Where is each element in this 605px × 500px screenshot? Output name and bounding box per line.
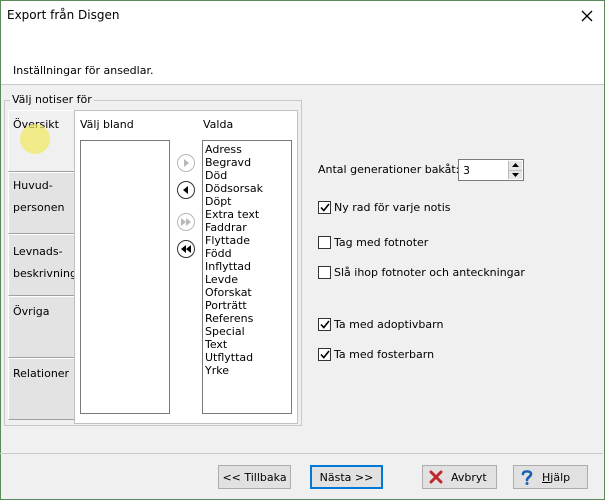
available-list[interactable] [80, 140, 170, 414]
help-label: Hjälp [542, 470, 571, 484]
list-item[interactable]: Oforskat [205, 286, 291, 299]
groupbox-label: Välj notiser för [10, 93, 94, 106]
selected-label: Valda [203, 118, 234, 131]
checkbox-label: Tag med fotnoter [334, 236, 429, 249]
help-question-icon [520, 469, 534, 485]
selected-list[interactable]: Adress Begravd Död Dödsorsak Döpt Extra … [202, 140, 292, 414]
list-item[interactable]: Flyttade [205, 234, 291, 247]
checkbox-label: Ny rad för varje notis [334, 201, 451, 214]
checkbox-box[interactable] [318, 236, 331, 249]
footer-divider [0, 453, 603, 454]
caret-down-icon [512, 172, 519, 177]
checkbox-box[interactable] [318, 318, 331, 331]
close-icon [581, 10, 593, 22]
tab-label: beskrivning [13, 267, 77, 280]
list-item[interactable]: Död [205, 169, 291, 182]
add-one-button[interactable] [177, 154, 195, 172]
check-icon [319, 203, 330, 212]
help-button[interactable]: Hjälp [513, 465, 588, 489]
cancel-button[interactable]: Avbryt [422, 465, 497, 489]
checkbox-foster-children[interactable]: Ta med fosterbarn [318, 348, 434, 361]
checkbox-label: Slå ihop fotnoter och anteckningar [334, 266, 525, 279]
list-item[interactable]: Porträtt [205, 299, 291, 312]
list-item[interactable]: Yrke [205, 364, 291, 377]
checkbox-box[interactable] [318, 348, 331, 361]
checkbox-label: Ta med adoptivbarn [334, 318, 444, 331]
next-button[interactable]: Nästa >> [310, 465, 383, 489]
list-item[interactable]: Döpt [205, 195, 291, 208]
header-subtitle: Inställningar för ansedlar. [13, 64, 154, 77]
list-item[interactable]: Special [205, 325, 291, 338]
double-chevron-left-icon [181, 245, 191, 253]
caret-up-icon [512, 163, 519, 168]
tab-label: Levnads- [13, 245, 63, 258]
cancel-label: Avbryt [451, 470, 487, 484]
tab-relationer[interactable]: Relationer [8, 358, 74, 420]
checkbox-box[interactable] [318, 266, 331, 279]
list-item[interactable]: Text [205, 338, 291, 351]
available-label: Välj bland [80, 118, 134, 131]
list-item[interactable]: Faddrar [205, 221, 291, 234]
tab-label: Relationer [13, 367, 70, 380]
tab-label: Översikt [13, 118, 59, 131]
spin-down-button[interactable] [509, 169, 522, 179]
list-item[interactable]: Begravd [205, 156, 291, 169]
list-item[interactable]: Dödsorsak [205, 182, 291, 195]
list-item[interactable]: Utflyttad [205, 351, 291, 364]
tab-label: Övriga [13, 305, 50, 318]
remove-one-button[interactable] [177, 181, 195, 199]
add-all-button[interactable] [177, 213, 195, 231]
checkbox-new-row[interactable]: Ny rad för varje notis [318, 201, 451, 214]
generations-label: Antal generationer bakåt: [318, 163, 460, 176]
tab-label: personen [13, 201, 65, 214]
check-icon [319, 350, 330, 359]
checkbox-box[interactable] [318, 201, 331, 214]
close-button[interactable] [570, 1, 604, 31]
tab-ovriga[interactable]: Övriga [8, 296, 74, 358]
window-title: Export från Disgen [7, 8, 120, 22]
chevron-right-icon [184, 159, 189, 167]
back-button[interactable]: << Tillbaka [218, 465, 291, 489]
check-icon [319, 320, 330, 329]
title-bar: Export från Disgen [1, 1, 604, 31]
list-item[interactable]: Referens [205, 312, 291, 325]
list-item[interactable]: Inflyttad [205, 260, 291, 273]
checkbox-footnotes[interactable]: Tag med fotnoter [318, 236, 428, 249]
wizard-header: Inställningar för ansedlar. [1, 31, 604, 85]
checkbox-label: Ta med fosterbarn [334, 348, 435, 361]
spinner-buttons [508, 161, 522, 179]
tab-oversikt[interactable]: Översikt [8, 110, 74, 172]
tab-label: Huvud- [13, 179, 53, 192]
tab-huvudpersonen[interactable]: Huvud- personen [8, 172, 74, 234]
list-item[interactable]: Född [205, 247, 291, 260]
cancel-x-icon [429, 470, 443, 484]
spin-up-button[interactable] [509, 161, 522, 170]
generations-value: 3 [463, 164, 470, 177]
list-item[interactable]: Adress [205, 143, 291, 156]
generations-spinner[interactable]: 3 [458, 159, 524, 181]
checkbox-adoptive-children[interactable]: Ta med adoptivbarn [318, 318, 443, 331]
remove-all-button[interactable] [177, 240, 195, 258]
checkbox-merge-footnotes[interactable]: Slå ihop fotnoter och anteckningar [318, 266, 525, 279]
tab-levnadsbeskrivning[interactable]: Levnads- beskrivning [8, 234, 77, 296]
double-chevron-right-icon [181, 218, 191, 226]
list-item[interactable]: Extra text [205, 208, 291, 221]
list-item[interactable]: Levde [205, 273, 291, 286]
chevron-left-icon [183, 186, 188, 194]
